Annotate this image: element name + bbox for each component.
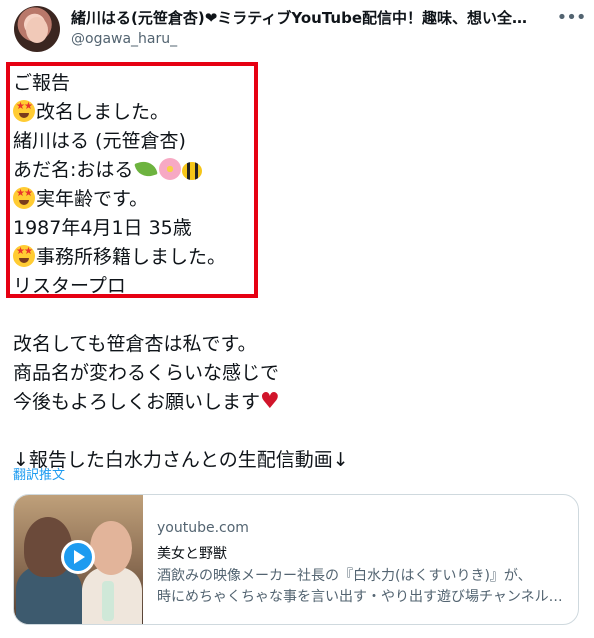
bee-emoji-icon: [182, 162, 203, 180]
video-thumbnail[interactable]: [14, 495, 143, 624]
tweet-line: 事務所移籍しました。: [13, 243, 583, 272]
cherry-blossom-emoji-icon: [159, 158, 182, 180]
user-handle[interactable]: @ogawa_haru_: [71, 31, 177, 47]
star-struck-emoji-icon: [13, 245, 35, 267]
avatar[interactable]: [14, 6, 60, 52]
tweet-line: あだ名:おはる: [13, 156, 583, 185]
tweet-line: リスタープロ: [13, 275, 126, 297]
tweet-line: 改名しました。: [13, 98, 583, 127]
translate-link[interactable]: 翻訳推文: [13, 464, 65, 483]
tweet-line: 改名しても笹倉杏は私です。: [13, 333, 257, 355]
avatar-face: [26, 17, 48, 43]
tweet-line: 今後もよろしくお願いします♥: [13, 389, 280, 414]
display-name[interactable]: 緒川はる(元笹倉杏)❤ミラティブYouTube配信中！趣味、想い全部…: [71, 7, 541, 28]
tweet-line: 緒川はる (元笹倉杏): [13, 130, 186, 152]
link-card[interactable]: youtube.com 美女と野獣 酒飲みの映像メーカー社長の『白水力(はくすい…: [13, 494, 579, 625]
play-icon[interactable]: [61, 540, 95, 574]
tweet-line: ご報告: [13, 72, 71, 94]
red-heart-emoji-icon: ♥: [260, 389, 280, 414]
star-struck-emoji-icon: [13, 100, 35, 122]
card-title: 美女と野獣: [157, 546, 227, 562]
card-domain: youtube.com: [157, 520, 249, 536]
tweet-line: 実年齢です。: [13, 185, 583, 214]
leaf-emoji-icon: [134, 158, 159, 180]
more-horizontal-icon[interactable]: •••: [557, 6, 587, 28]
tweet-text: ご報告 改名しました。 緒川はる (元笹倉杏) あだ名:おはる 実年齢です。 1…: [13, 69, 583, 475]
tweet-line: 商品名が変わるくらいな感じで: [13, 362, 280, 384]
star-struck-emoji-icon: [13, 187, 35, 209]
tweet-line: 1987年4月1日 35歳: [13, 217, 192, 239]
card-description: 酒飲みの映像メーカー社長の『白水力(はくすいりき)』が、 時にめちゃくちゃな事を…: [157, 568, 563, 605]
tweet-line: ↓報告した白水力さんとの生配信動画↓: [13, 449, 349, 471]
